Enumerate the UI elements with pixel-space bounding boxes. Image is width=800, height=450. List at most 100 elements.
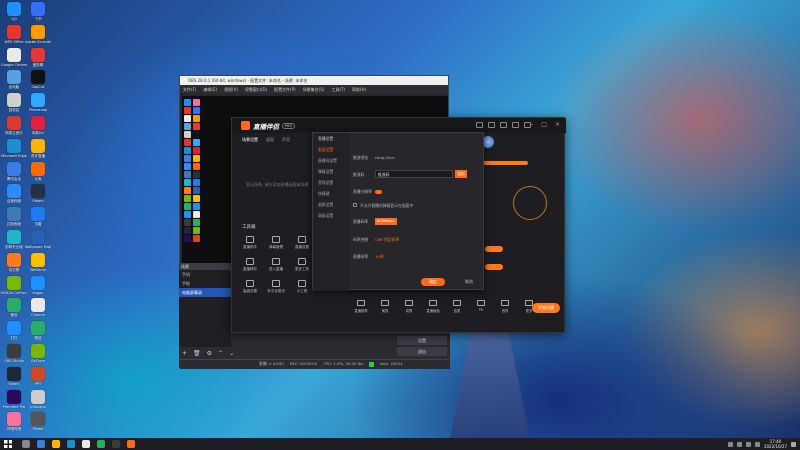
settings-nav-item[interactable]: 弹幕设置	[313, 166, 349, 177]
obs-taskbar-icon[interactable]	[112, 440, 120, 448]
remove-scene-icon[interactable]: 🗑	[193, 350, 201, 357]
volume-icon[interactable]	[745, 441, 751, 447]
gift-icon[interactable]	[512, 122, 519, 128]
tool-item[interactable]: 直播设置	[290, 236, 314, 250]
copy-button[interactable]: 复制	[455, 170, 467, 178]
scene-up-icon[interactable]: ⌃	[218, 350, 223, 357]
wechat-icon[interactable]	[97, 440, 105, 448]
network-icon[interactable]	[736, 441, 742, 447]
app-icon-label: 网易UU	[31, 131, 45, 135]
preview-app-icon	[193, 131, 200, 138]
bottom-bar-item[interactable]: 直播画面	[426, 300, 440, 313]
menu-help[interactable]: 帮助(H)	[352, 85, 366, 94]
close-icon[interactable]: ×	[555, 121, 560, 128]
scene-properties-icon[interactable]: ⚙	[207, 350, 212, 357]
screen-icon[interactable]	[500, 122, 507, 128]
tool-item[interactable]: 弹幕管理	[264, 236, 288, 250]
framerate-value[interactable]: 30帧	[375, 254, 384, 260]
tab-sound[interactable]: 声音	[282, 137, 290, 143]
settings-nav-item[interactable]: 快捷键	[313, 188, 349, 199]
rate-control-value[interactable]: CBR 恒定码率	[375, 237, 399, 243]
bottom-bar-item[interactable]: 美颜	[378, 300, 392, 313]
preview-desktop-capture	[182, 96, 237, 246]
preview-app-icon	[193, 139, 200, 146]
tool-item[interactable]: 直播精彩	[238, 258, 262, 272]
bottom-bar-item[interactable]: 音效	[498, 300, 512, 313]
stream-key-label: 推流码	[353, 172, 365, 177]
bottom-bar-icon	[405, 300, 413, 306]
app-icon	[7, 70, 21, 85]
bottom-bar-item[interactable]: 录屏	[402, 300, 416, 313]
obs-title-bar[interactable]: OBS 28.0.1 (64-bit, windows) - 配置文件: 未命名…	[180, 76, 448, 85]
settings-nav-item[interactable]: 直播设置	[313, 133, 349, 144]
tab-scene[interactable]: 场景设置	[242, 137, 258, 143]
file-explorer-icon[interactable]	[52, 440, 60, 448]
menu-tools[interactable]: 工具(T)	[331, 85, 345, 94]
resolution-toggle[interactable]	[375, 190, 382, 194]
add-scene-icon[interactable]: +	[182, 350, 187, 357]
settings-button[interactable]: 设置	[397, 336, 447, 345]
menu-edit[interactable]: 编辑(E)	[203, 85, 217, 94]
maximize-icon[interactable]: □	[541, 121, 547, 128]
tool-item[interactable]: 小工具	[290, 280, 314, 294]
companion-taskbar-icon[interactable]	[127, 440, 135, 448]
settings-nav-item[interactable]: 高级设置	[313, 210, 349, 221]
scene-item[interactable]: 手绘	[179, 279, 231, 288]
exit-button[interactable]: 退出	[397, 347, 447, 356]
danmaku-checkbox[interactable]	[353, 203, 357, 207]
tool-icon	[298, 280, 306, 287]
status-rec: REC: 00:00:00	[289, 361, 318, 366]
tool-item[interactable]: 高级设置	[238, 280, 262, 294]
cancel-button[interactable]: 取消	[457, 278, 481, 286]
settings-nav-item[interactable]: 画质设置	[313, 199, 349, 210]
pro-badge[interactable]: PRO	[282, 123, 296, 129]
tool-item[interactable]: 更多工具	[290, 258, 314, 272]
minimize-icon[interactable]: –	[530, 121, 533, 128]
scene-item-selected[interactable]: 电脑屏幕录	[179, 288, 231, 297]
input-method-icon[interactable]	[754, 441, 760, 447]
tool-item[interactable]: 进入直播	[264, 258, 288, 272]
scene-item[interactable]: 手机	[179, 270, 231, 279]
bottom-bar-item[interactable]: 直播推荐	[354, 300, 368, 313]
confirm-button[interactable]: 确定	[421, 278, 445, 286]
settings-nav-item-active[interactable]: 画面设置	[313, 144, 349, 155]
bottom-bar-item[interactable]: 连麦	[450, 300, 464, 313]
bitrate-select[interactable]: 6000kbps	[375, 218, 397, 225]
notification-center-icon[interactable]	[791, 441, 796, 447]
resolution-label: 直播分辨率	[353, 189, 372, 194]
settings-dialog[interactable]: 直播设置 画面设置 直播间设置 弹幕设置 音频设置 快捷键 画质设置 高级设置 …	[312, 132, 484, 291]
tool-item[interactable]: 多平台推流	[264, 280, 288, 294]
menu-profile[interactable]: 配置文件(P)	[274, 85, 296, 94]
menu-view[interactable]: 视图(V)	[224, 85, 238, 94]
record-icon[interactable]	[488, 122, 495, 128]
settings-nav-item[interactable]: 直播间设置	[313, 155, 349, 166]
app-icon-label: 钉钉	[10, 336, 18, 341]
task-view-icon[interactable]	[37, 440, 45, 448]
menu-docks[interactable]: 停靠窗口(D)	[245, 85, 267, 94]
menu-file[interactable]: 文件(F)	[183, 85, 196, 94]
notification-icon[interactable]	[476, 122, 483, 128]
start-live-button[interactable]: 开始直播	[532, 303, 560, 313]
windows-start-icon[interactable]	[4, 440, 12, 448]
chevron-up-icon[interactable]	[727, 441, 733, 447]
tool-item[interactable]: 直播助手	[238, 236, 262, 250]
stream-key-input[interactable]: 推流码	[375, 170, 453, 178]
orange-tag[interactable]	[485, 246, 503, 252]
companion-title-bar[interactable]: 直播伴侣 PRO – □ ×	[232, 118, 566, 133]
settings-nav-item[interactable]: 音频设置	[313, 177, 349, 188]
app-icon-label: PPT	[34, 381, 42, 386]
orange-tag[interactable]	[485, 264, 503, 270]
obs-controls-dock: 设置 退出	[397, 336, 447, 358]
bottom-bar-item[interactable]: PK	[474, 300, 488, 313]
chrome-icon[interactable]	[82, 440, 90, 448]
search-icon[interactable]	[22, 440, 30, 448]
system-clock[interactable]: 17:40 2022/10/27	[764, 439, 787, 449]
edge-icon[interactable]	[67, 440, 75, 448]
preview-app-icon	[184, 163, 191, 170]
bitrate-label: 直播码率	[353, 219, 369, 224]
toolbox-title: 工具箱	[242, 225, 256, 230]
tab-picture[interactable]: 画面	[266, 137, 274, 143]
menu-scene-collection[interactable]: 场景集合(S)	[303, 85, 325, 94]
scene-down-icon[interactable]: ⌄	[229, 350, 234, 357]
dialog-footer: 确定 取消	[421, 278, 481, 286]
